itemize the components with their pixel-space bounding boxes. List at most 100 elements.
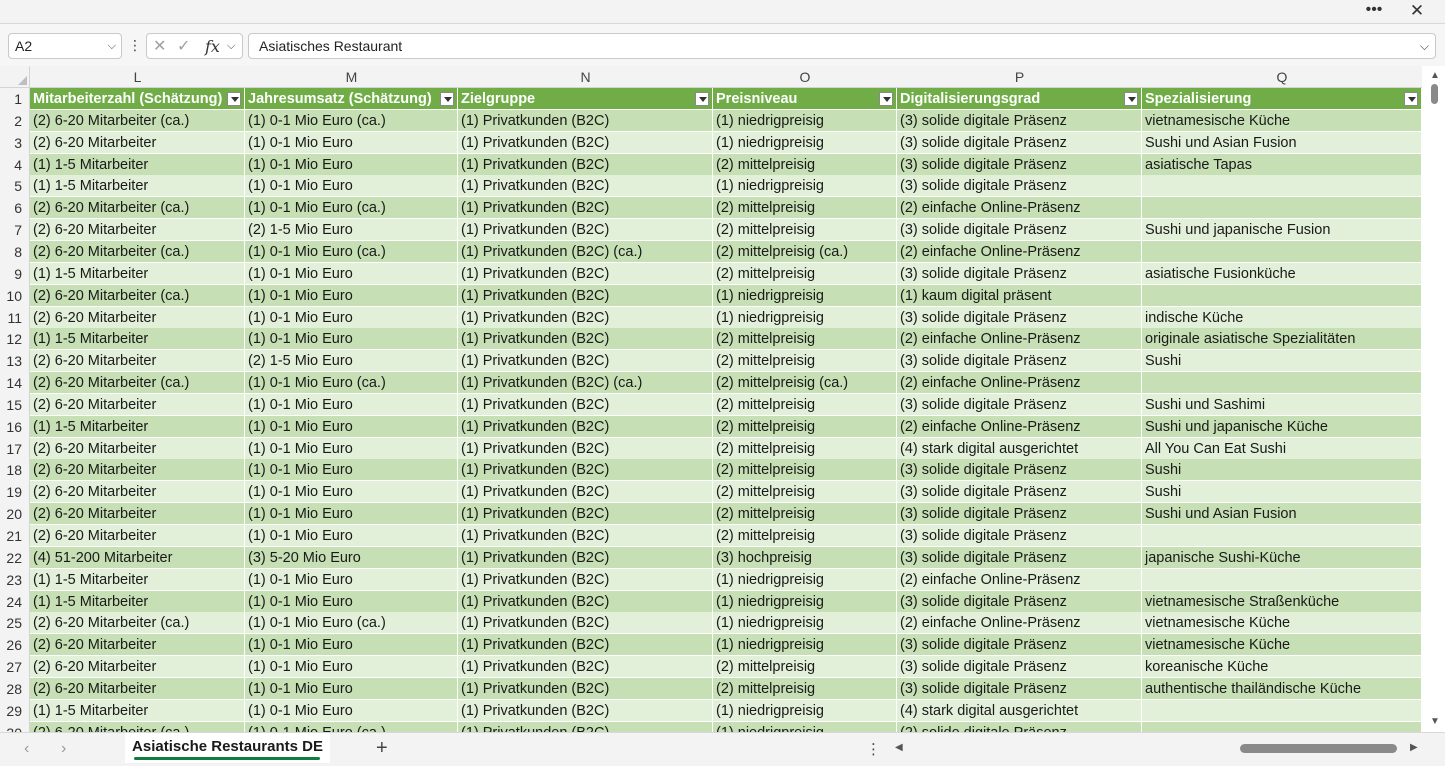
filter-dropdown-icon[interactable] (695, 92, 709, 106)
table-cell[interactable]: (1) Privatkunden (B2C) (458, 306, 713, 329)
table-cell[interactable]: vietnamesische Küche (1142, 634, 1422, 657)
table-cell[interactable]: (2) 1-5 Mio Euro (245, 219, 458, 242)
confirm-check-icon[interactable]: ✓ (177, 36, 190, 56)
table-cell[interactable]: (1) 0-1 Mio Euro (245, 328, 458, 351)
row-number[interactable]: 27 (0, 656, 30, 679)
table-cell[interactable]: (1) Privatkunden (B2C) (458, 262, 713, 285)
table-cell[interactable]: (1) 1-5 Mitarbeiter (30, 415, 245, 438)
table-cell[interactable]: (1) niedrigpreisig (713, 109, 897, 132)
table-cell[interactable]: (2) 6-20 Mitarbeiter (ca.) (30, 612, 245, 635)
table-cell[interactable]: (1) 0-1 Mio Euro (245, 481, 458, 504)
table-cell[interactable]: (1) 0-1 Mio Euro (245, 677, 458, 700)
table-cell[interactable]: (1) Privatkunden (B2C) (458, 328, 713, 351)
table-cell[interactable]: (2) mittelpreisig (713, 393, 897, 416)
table-cell[interactable]: (1) 0-1 Mio Euro (245, 262, 458, 285)
table-cell[interactable]: (2) 6-20 Mitarbeiter (30, 677, 245, 700)
table-cell[interactable]: (1) niedrigpreisig (713, 568, 897, 591)
table-cell[interactable]: (1) Privatkunden (B2C) (458, 459, 713, 482)
table-cell[interactable]: (1) 1-5 Mitarbeiter (30, 699, 245, 722)
table-cell[interactable]: (2) einfache Online-Präsenz (897, 568, 1142, 591)
table-cell[interactable]: (1) Privatkunden (B2C) (458, 219, 713, 242)
table-cell[interactable]: (1) 1-5 Mitarbeiter (30, 568, 245, 591)
table-cell[interactable]: (1) 0-1 Mio Euro (245, 634, 458, 657)
vertical-dots-icon[interactable]: ⋮ (866, 740, 881, 758)
row-number[interactable]: 12 (0, 328, 30, 351)
table-cell[interactable]: (3) solide digitale Präsenz (897, 525, 1142, 547)
row-number[interactable]: 18 (0, 459, 30, 482)
row-number[interactable]: 14 (0, 372, 30, 395)
row-number[interactable]: 22 (0, 546, 30, 569)
row-number[interactable]: 1 (0, 88, 30, 110)
table-cell[interactable]: Sushi (1142, 350, 1422, 373)
row-number[interactable]: 23 (0, 568, 30, 591)
table-cell[interactable]: (2) mittelpreisig (713, 153, 897, 176)
row-number[interactable]: 7 (0, 219, 30, 242)
table-cell[interactable]: (1) kaum digital präsent (897, 284, 1142, 307)
table-cell[interactable]: (1) niedrigpreisig (713, 699, 897, 722)
table-header-cell[interactable]: Preisniveau (713, 88, 897, 110)
table-cell[interactable]: (1) 0-1 Mio Euro (245, 153, 458, 176)
table-cell[interactable]: (1) 0-1 Mio Euro (245, 568, 458, 591)
table-cell[interactable]: (2) 6-20 Mitarbeiter (30, 503, 245, 526)
table-cell[interactable]: (1) niedrigpreisig (713, 634, 897, 657)
formula-input[interactable]: Asiatisches Restaurant ⌵ (248, 33, 1436, 59)
table-cell[interactable]: All You Can Eat Sushi (1142, 437, 1422, 460)
table-cell[interactable]: (2) einfache Online-Präsenz (897, 612, 1142, 635)
scroll-down-arrow-icon[interactable]: ▼ (1430, 716, 1440, 727)
table-cell[interactable]: (2) 6-20 Mitarbeiter (ca.) (30, 109, 245, 132)
table-cell[interactable]: (1) 1-5 Mitarbeiter (30, 328, 245, 351)
table-cell[interactable]: (1) Privatkunden (B2C) (458, 415, 713, 438)
table-cell[interactable]: (3) solide digitale Präsenz (897, 634, 1142, 657)
table-cell[interactable]: (1) 0-1 Mio Euro (ca.) (245, 721, 458, 732)
expand-formula-icon[interactable]: ⌵ (1420, 34, 1429, 58)
table-cell[interactable]: Sushi (1142, 459, 1422, 482)
table-header-cell[interactable]: Digitalisierungsgrad (897, 88, 1142, 110)
row-number[interactable]: 24 (0, 590, 30, 613)
table-cell[interactable]: japanische Sushi-Küche (1142, 546, 1422, 569)
prev-sheet-icon[interactable]: ‹ (24, 740, 29, 758)
table-cell[interactable]: (2) mittelpreisig (713, 197, 897, 220)
table-cell[interactable]: (3) solide digitale Präsenz (897, 306, 1142, 329)
table-cell[interactable]: (2) mittelpreisig (ca.) (713, 372, 897, 395)
table-cell[interactable]: (2) 6-20 Mitarbeiter (30, 525, 245, 547)
table-cell[interactable]: (2) einfache Online-Präsenz (897, 415, 1142, 438)
filter-dropdown-icon[interactable] (440, 92, 454, 106)
table-cell[interactable]: Sushi (1142, 481, 1422, 504)
table-cell[interactable]: (3) solide digitale Präsenz (897, 219, 1142, 242)
row-number[interactable]: 15 (0, 393, 30, 416)
table-cell[interactable]: (2) 6-20 Mitarbeiter (30, 219, 245, 242)
scroll-up-arrow-icon[interactable]: ▲ (1430, 70, 1440, 81)
table-cell[interactable]: (1) 0-1 Mio Euro (245, 306, 458, 329)
table-cell[interactable]: Sushi und japanische Küche (1142, 415, 1422, 438)
table-cell[interactable]: (1) niedrigpreisig (713, 131, 897, 154)
table-cell[interactable]: (1) Privatkunden (B2C) (458, 350, 713, 373)
table-cell[interactable]: (1) 0-1 Mio Euro (245, 393, 458, 416)
table-cell[interactable]: (4) 51-200 Mitarbeiter (30, 546, 245, 569)
table-cell[interactable]: (2) 6-20 Mitarbeiter (30, 131, 245, 154)
table-cell[interactable] (1142, 525, 1422, 547)
table-cell[interactable]: (1) Privatkunden (B2C) (458, 175, 713, 198)
table-cell[interactable]: (1) 0-1 Mio Euro (ca.) (245, 612, 458, 635)
table-cell[interactable]: (1) 1-5 Mitarbeiter (30, 175, 245, 198)
table-cell[interactable]: (4) stark digital ausgerichtet (897, 437, 1142, 460)
table-cell[interactable]: (1) niedrigpreisig (713, 612, 897, 635)
table-header-cell[interactable]: Zielgruppe (458, 88, 713, 110)
row-number[interactable]: 10 (0, 284, 30, 307)
table-cell[interactable]: (2) mittelpreisig (713, 328, 897, 351)
column-header-n[interactable]: N (458, 66, 713, 88)
table-cell[interactable]: (1) niedrigpreisig (713, 175, 897, 198)
table-cell[interactable]: vietnamesische Küche (1142, 612, 1422, 635)
table-cell[interactable]: (2) 6-20 Mitarbeiter (30, 634, 245, 657)
table-cell[interactable]: Sushi und Sashimi (1142, 393, 1422, 416)
column-header-o[interactable]: O (713, 66, 897, 88)
table-cell[interactable]: Sushi und Asian Fusion (1142, 131, 1422, 154)
table-cell[interactable]: (1) Privatkunden (B2C) (458, 568, 713, 591)
table-cell[interactable]: (3) solide digitale Präsenz (897, 175, 1142, 198)
table-cell[interactable]: (1) Privatkunden (B2C) (458, 612, 713, 635)
vertical-scroll-thumb[interactable] (1431, 84, 1438, 104)
filter-dropdown-icon[interactable] (879, 92, 893, 106)
table-cell[interactable]: (1) Privatkunden (B2C) (458, 721, 713, 732)
table-cell[interactable]: (3) solide digitale Präsenz (897, 546, 1142, 569)
table-cell[interactable]: (2) 6-20 Mitarbeiter (30, 350, 245, 373)
table-cell[interactable]: (2) 6-20 Mitarbeiter (30, 393, 245, 416)
